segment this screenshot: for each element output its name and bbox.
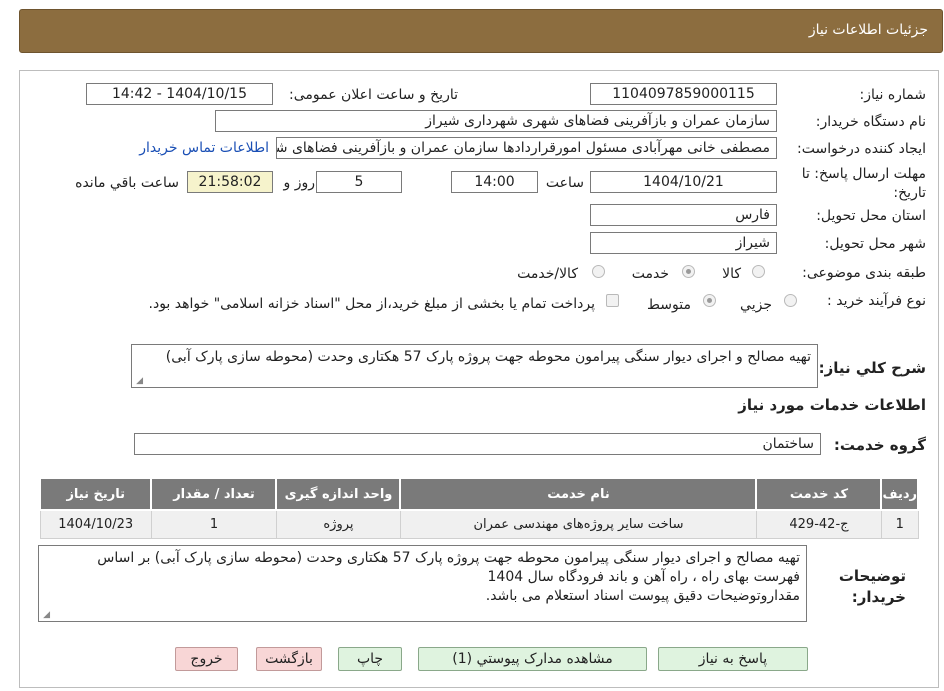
buyer-notes-line-2: فهرست بهای راه ، راه آهن و باند فرودگاه … [487, 569, 801, 585]
category-radio-service[interactable] [682, 265, 695, 278]
buyer-contact-link[interactable]: اطلاعات تماس خریدار [139, 140, 269, 156]
page-header: جزئیات اطلاعات نیاز [19, 9, 943, 53]
column-header-quantity: تعداد / مقدار [150, 477, 278, 511]
deadline-label: مهلت ارسال پاسخ: تا تاریخ: [801, 166, 926, 201]
requester-field: مصطفی خانی مهرآبادی مسئول امورقراردادها … [276, 137, 777, 159]
category-option-goods: کالا [722, 266, 741, 282]
services-section-title: اطلاعات خدمات مورد نیاز [738, 396, 926, 414]
province-label: استان محل تحویل: [816, 208, 926, 224]
table-header-row: رديف کد خدمت نام خدمت واحد اندازه گیری ت… [38, 477, 919, 511]
province-field: فارس [590, 204, 777, 226]
buyer-notes-label: توضیحات خریدار: [838, 567, 906, 606]
description-text: تهیه مصالح و اجرای دیوار سنگی پیرامون مح… [165, 349, 811, 365]
back-button[interactable]: بازگشت [256, 647, 322, 671]
reply-to-need-button[interactable]: پاسخ به نیاز [658, 647, 808, 671]
deadline-date-field: 1404/10/21 [590, 171, 777, 193]
table-row: 1 ج-42-429 ساخت سایر پروژه‌های مهندسی عم… [39, 509, 919, 539]
print-button[interactable]: چاپ [338, 647, 402, 671]
treasury-payment-note: پرداخت تمام یا بخشی از مبلغ خرید،از محل … [148, 296, 595, 312]
category-option-service: خدمت [631, 266, 669, 282]
deadline-time-field: 14:00 [451, 171, 538, 193]
cell-service-code: ج-42-429 [755, 509, 882, 539]
description-label: شرح کلي نیاز: [818, 359, 926, 377]
buyer-org-label: نام دستگاه خریدار: [815, 114, 926, 130]
category-radio-goods[interactable] [752, 265, 765, 278]
cell-unit: پروژه [275, 509, 401, 539]
city-field: شیراز [590, 232, 777, 254]
remaining-time-field: 21:58:02 [187, 171, 273, 193]
city-label: شهر محل تحویل: [824, 236, 926, 252]
need-number-label: شماره نیاز: [859, 87, 927, 103]
buyer-notes-line-3: مقداروتوضیحات دقیق پیوست اسناد استعلام م… [485, 588, 800, 604]
buyer-notes-textarea: تهیه مصالح و اجرای دیوار سنگی پیرامون مح… [38, 545, 807, 622]
column-header-service-name: نام خدمت [399, 477, 758, 511]
column-header-service-code: کد خدمت [755, 477, 883, 511]
process-option-medium: متوسط [647, 297, 691, 313]
announce-field: 1404/10/15 - 14:42 [86, 83, 273, 105]
cell-row-number: 1 [880, 509, 919, 539]
services-table: رديف کد خدمت نام خدمت واحد اندازه گیری ت… [38, 477, 919, 539]
process-radio-medium[interactable] [703, 294, 716, 307]
days-field: 5 [316, 171, 402, 193]
category-option-goods-service: کالا/خدمت [517, 266, 578, 282]
process-label: نوع فرآیند خرید : [827, 293, 926, 309]
deadline-time-label: ساعت [545, 175, 584, 191]
treasury-payment-checkbox[interactable] [606, 294, 619, 307]
page-title: جزئیات اطلاعات نیاز [808, 22, 928, 38]
service-group-field: ساختمان [134, 433, 821, 455]
announce-label: تاریخ و ساعت اعلان عمومی: [289, 87, 458, 103]
buyer-notes-line-1: تهیه مصالح و اجرای دیوار سنگی پیرامون مح… [97, 550, 800, 566]
column-header-unit: واحد اندازه گیری [275, 477, 402, 511]
cell-quantity: 1 [150, 509, 277, 539]
description-textarea: تهیه مصالح و اجرای دیوار سنگی پیرامون مح… [131, 344, 818, 388]
category-label: طبقه بندی موضوعی: [802, 265, 926, 281]
resize-handle-icon[interactable]: ◢ [135, 377, 143, 386]
service-group-label: گروه خدمت: [833, 436, 926, 454]
requester-label: ایجاد کننده درخواست: [797, 141, 926, 157]
cell-service-name: ساخت سایر پروژه‌های مهندسی عمران [399, 509, 757, 539]
view-attachments-button[interactable]: مشاهده مدارک پیوستي (1) [418, 647, 647, 671]
buyer-org-field: سازمان عمران و بازآفرینی فضاهای شهری شهر… [215, 110, 777, 132]
need-number-field: 1104097859000115 [590, 83, 777, 105]
exit-button[interactable]: خروج [175, 647, 238, 671]
resize-handle-icon[interactable]: ◢ [42, 611, 50, 620]
remaining-label: ساعت باقي مانده [75, 175, 179, 191]
process-radio-minor[interactable] [784, 294, 797, 307]
cell-need-date: 1404/10/23 [39, 509, 152, 539]
process-option-minor: جزيي [740, 297, 772, 313]
days-label: روز و [283, 175, 316, 191]
category-radio-goods-service[interactable] [592, 265, 605, 278]
column-header-row-number: رديف [880, 477, 919, 511]
column-header-need-date: تاریخ نیاز [38, 477, 153, 511]
